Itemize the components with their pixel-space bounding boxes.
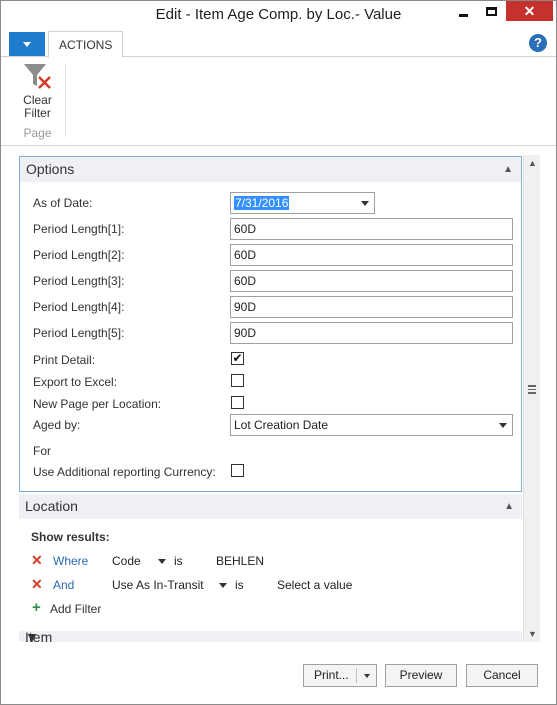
as-of-date-label: As of Date:	[33, 196, 93, 210]
app-menu-button[interactable]	[9, 32, 45, 56]
close-button[interactable]: ✕	[506, 1, 553, 21]
filter-row: ✕ And Use As In-Transit is Select a valu…	[31, 575, 511, 595]
scroll-down-icon[interactable]: ▼	[524, 626, 541, 642]
help-icon[interactable]: ?	[529, 34, 547, 52]
ribbon-group-label: Page	[23, 126, 52, 140]
show-results-label: Show results:	[31, 530, 110, 544]
period-length-field[interactable]: 60D	[230, 218, 513, 240]
cancel-button[interactable]: Cancel	[466, 664, 538, 687]
location-header[interactable]: Location ▲	[19, 494, 522, 519]
additional-currency-checkbox[interactable]	[231, 464, 244, 477]
print-button[interactable]: Print...	[303, 664, 377, 687]
export-excel-row: Export to Excel:	[33, 371, 513, 393]
additional-currency-row: Use Additional reporting Currency:	[33, 461, 513, 483]
period-length-row: Period Length[5]: 90D	[33, 322, 513, 344]
filter-row: ✕ Where Code is BEHLEN	[31, 551, 511, 571]
close-icon: ✕	[523, 2, 536, 19]
period-length-label: Period Length[1]:	[33, 222, 125, 236]
remove-filter-icon[interactable]: ✕	[31, 576, 43, 593]
add-filter-link[interactable]: Add Filter	[50, 602, 101, 616]
print-label: Print...	[314, 668, 349, 682]
as-of-date-value: 7/31/2016	[234, 196, 290, 210]
print-split-divider	[356, 668, 357, 683]
vertical-scrollbar[interactable]: ▲ ▼	[523, 155, 540, 642]
new-page-row: New Page per Location:	[33, 393, 513, 415]
period-length-label: Period Length[4]:	[33, 300, 125, 314]
filter-field-select[interactable]: Code	[112, 554, 141, 568]
item-fasttab-header[interactable]: Item ▼	[19, 631, 522, 642]
aged-by-row: Aged by: Lot Creation Date	[33, 414, 513, 436]
chevron-up-icon[interactable]: ▲	[503, 157, 513, 182]
period-length-field[interactable]: 60D	[230, 270, 513, 292]
chevron-down-icon[interactable]: ▼	[25, 631, 513, 642]
add-filter-row[interactable]: + Add Filter	[31, 599, 511, 619]
filter-field-select[interactable]: Use As In-Transit	[112, 578, 204, 592]
minimize-icon	[459, 13, 468, 17]
period-length-row: Period Length[3]: 60D	[33, 270, 513, 292]
request-page-content: Options ▲ As of Date: 7/31/2016 Period L…	[17, 155, 540, 642]
new-page-label: New Page per Location:	[33, 397, 162, 411]
aged-by-label: Aged by:	[33, 418, 81, 432]
title-bar: Edit - Item Age Comp. by Loc.- Value ✕	[1, 1, 556, 30]
new-page-checkbox[interactable]	[231, 396, 244, 409]
remove-filter-icon[interactable]: ✕	[31, 552, 43, 569]
period-length-label: Period Length[5]:	[33, 326, 125, 340]
options-title: Options	[26, 161, 75, 177]
minimize-button[interactable]	[450, 1, 477, 21]
period-length-field[interactable]: 90D	[230, 296, 513, 318]
as-of-date-field[interactable]: 7/31/2016	[230, 192, 375, 214]
for-label: For	[33, 444, 51, 458]
export-excel-label: Export to Excel:	[33, 375, 118, 389]
as-of-date-row: As of Date: 7/31/2016	[33, 192, 513, 214]
filter-value[interactable]: Select a value	[277, 578, 352, 592]
aged-by-select[interactable]: Lot Creation Date	[230, 414, 513, 436]
period-length-row: Period Length[2]: 60D	[33, 244, 513, 266]
export-excel-checkbox[interactable]	[231, 374, 244, 387]
preview-button[interactable]: Preview	[385, 664, 457, 687]
chevron-down-icon[interactable]	[158, 559, 166, 564]
tab-actions[interactable]: ACTIONS	[48, 31, 124, 58]
ribbon-tabs: ACTIONS ?	[1, 31, 556, 58]
maximize-button[interactable]	[477, 1, 506, 21]
clear-filter-icon	[22, 62, 54, 92]
filter-conjunction: Where	[53, 554, 89, 568]
location-fasttab: Location ▲ Show results: ✕ Where Code is…	[19, 494, 522, 629]
maximize-icon	[486, 6, 497, 16]
period-length-label: Period Length[2]:	[33, 248, 125, 262]
scroll-grip-icon[interactable]	[528, 385, 536, 394]
print-detail-row: Print Detail: ✔	[33, 349, 513, 371]
chevron-down-icon	[361, 201, 369, 206]
print-detail-checkbox[interactable]: ✔	[231, 352, 244, 365]
chevron-down-icon	[23, 41, 31, 47]
aged-by-value: Lot Creation Date	[234, 418, 329, 432]
filter-value[interactable]: BEHLEN	[216, 554, 264, 568]
period-length-label: Period Length[3]:	[33, 274, 125, 288]
period-length-field[interactable]: 60D	[230, 244, 513, 266]
clear-filter-button[interactable]: Clear Filter	[15, 62, 60, 120]
chevron-up-icon[interactable]: ▲	[504, 494, 514, 519]
plus-icon: +	[32, 599, 41, 616]
print-detail-label: Print Detail:	[33, 353, 96, 367]
chevron-down-icon	[499, 423, 507, 428]
clear-filter-label: Clear Filter	[23, 93, 52, 120]
additional-currency-label: Use Additional reporting Currency:	[33, 465, 216, 479]
filter-operator: is	[235, 578, 244, 592]
period-length-row: Period Length[4]: 90D	[33, 296, 513, 318]
options-header[interactable]: Options ▲	[20, 157, 521, 182]
ribbon-body: Clear Filter Page	[1, 58, 556, 146]
scroll-up-icon[interactable]: ▲	[524, 155, 541, 171]
options-fasttab: Options ▲ As of Date: 7/31/2016 Period L…	[19, 156, 522, 492]
chevron-down-icon[interactable]	[219, 583, 227, 588]
for-row: For	[33, 440, 513, 462]
ribbon-group-divider	[65, 64, 66, 137]
report-request-window: Edit - Item Age Comp. by Loc.- Value ✕ A…	[0, 0, 557, 705]
period-length-field[interactable]: 90D	[230, 322, 513, 344]
chevron-down-icon[interactable]	[364, 674, 370, 678]
filter-operator: is	[174, 554, 183, 568]
period-length-row: Period Length[1]: 60D	[33, 218, 513, 240]
filter-conjunction: And	[53, 578, 75, 592]
location-title: Location	[25, 498, 78, 514]
